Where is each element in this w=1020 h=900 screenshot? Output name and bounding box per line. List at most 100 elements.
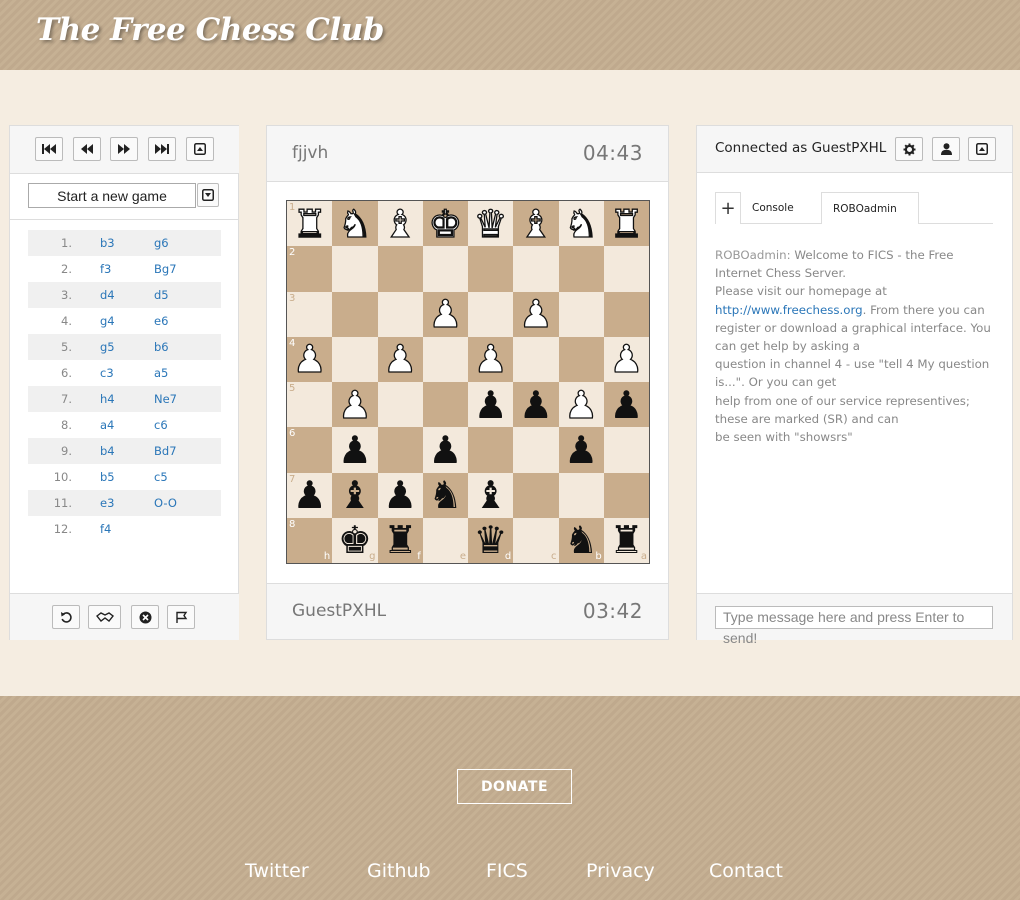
white-move[interactable]: e3 — [78, 496, 132, 510]
white-move[interactable]: c3 — [78, 366, 132, 380]
board-square[interactable] — [422, 382, 468, 428]
chat-sender[interactable]: ROBOadmin: — [715, 248, 791, 262]
board-square[interactable] — [332, 336, 378, 382]
board-square[interactable]: ♟ — [558, 382, 604, 428]
board-square[interactable] — [603, 246, 649, 292]
board-square[interactable]: ♟ — [332, 382, 378, 428]
white-rook-icon[interactable]: ♜ — [292, 204, 327, 243]
black-bishop-icon[interactable]: ♝ — [338, 476, 372, 514]
black-move[interactable]: e6 — [132, 314, 168, 328]
white-queen-icon[interactable]: ♛ — [473, 204, 508, 243]
black-knight-icon[interactable]: ♞ — [564, 521, 598, 559]
board-square[interactable]: ♝ — [468, 472, 514, 518]
board-square[interactable]: ♝ — [513, 201, 559, 247]
white-move[interactable]: g4 — [78, 314, 132, 328]
resign-button[interactable] — [167, 605, 195, 629]
black-pawn-icon[interactable]: ♟ — [564, 431, 598, 469]
board-square[interactable] — [468, 291, 514, 337]
board-square[interactable]: d ♛ — [468, 517, 514, 563]
board-square[interactable] — [603, 472, 649, 518]
black-king-icon[interactable]: ♚ — [338, 521, 372, 559]
board-square[interactable]: 1 ♜ — [287, 201, 333, 247]
white-bishop-icon[interactable]: ♝ — [382, 204, 417, 243]
board-square[interactable]: 4 ♟ — [287, 336, 333, 382]
donate-button[interactable]: DONATE — [457, 769, 572, 804]
opponent-name[interactable]: fjjvh — [292, 143, 328, 163]
black-rook-icon[interactable]: ♜ — [609, 521, 643, 559]
first-move-button[interactable] — [35, 137, 63, 161]
white-pawn-icon[interactable]: ♟ — [609, 340, 644, 379]
board-square[interactable]: c — [513, 517, 559, 563]
white-move[interactable]: b5 — [78, 470, 132, 484]
collapse-chat-button[interactable] — [968, 137, 996, 161]
board-square[interactable] — [468, 246, 514, 292]
takeback-button[interactable] — [52, 605, 80, 629]
black-pawn-icon[interactable]: ♟ — [293, 476, 327, 514]
black-knight-icon[interactable]: ♞ — [428, 476, 462, 514]
board-square[interactable]: 7 ♟ — [287, 472, 333, 518]
next-move-button[interactable] — [110, 137, 138, 161]
footer-link-github[interactable]: Github — [367, 860, 431, 882]
black-move[interactable]: a5 — [132, 366, 168, 380]
chess-board[interactable]: 1 ♜ ♞ ♝ ♚ ♛ ♝ ♞ ♜ 2 3 ♟ ♟ 4 ♟ ♟ ♟ ♟ 5 ♟ ♟ ♟ ♟ ♟ 6 ♟ ♟ ♟ 7 ♟ ♝ ♟ ♞ ♝ 8 h g ♚ f ♜… — [286, 200, 650, 564]
white-move[interactable]: b4 — [78, 444, 132, 458]
add-tab-button[interactable]: + — [715, 192, 741, 224]
board-square[interactable] — [558, 336, 604, 382]
white-pawn-icon[interactable]: ♟ — [428, 294, 463, 333]
white-bishop-icon[interactable]: ♝ — [518, 204, 553, 243]
board-square[interactable] — [513, 427, 559, 473]
board-square[interactable]: 2 — [287, 246, 333, 292]
collapse-button[interactable] — [186, 137, 214, 161]
board-square[interactable]: ♟ — [422, 427, 468, 473]
board-square[interactable]: 6 — [287, 427, 333, 473]
white-pawn-icon[interactable]: ♟ — [518, 294, 553, 333]
last-move-button[interactable] — [148, 137, 176, 161]
board-square[interactable] — [513, 336, 559, 382]
offer-draw-button[interactable] — [88, 605, 121, 629]
white-move[interactable]: g5 — [78, 340, 132, 354]
tab-console[interactable]: Console — [741, 192, 821, 224]
white-move[interactable]: a4 — [78, 418, 132, 432]
board-square[interactable] — [513, 246, 559, 292]
white-pawn-icon[interactable]: ♟ — [563, 385, 598, 424]
board-square[interactable]: a ♜ — [603, 517, 649, 563]
profile-button[interactable] — [932, 137, 960, 161]
board-square[interactable]: ♟ — [468, 336, 514, 382]
black-pawn-icon[interactable]: ♟ — [428, 431, 462, 469]
board-square[interactable]: b ♞ — [558, 517, 604, 563]
white-rook-icon[interactable]: ♜ — [609, 204, 644, 243]
black-move[interactable]: Bd7 — [132, 444, 177, 458]
black-move[interactable]: Ne7 — [132, 392, 177, 406]
new-game-options-button[interactable] — [197, 183, 219, 207]
board-square[interactable] — [603, 291, 649, 337]
board-square[interactable]: ♟ — [513, 291, 559, 337]
black-move[interactable]: g6 — [132, 236, 169, 250]
black-queen-icon[interactable]: ♛ — [474, 521, 508, 559]
white-pawn-icon[interactable]: ♟ — [382, 340, 417, 379]
white-pawn-icon[interactable]: ♟ — [337, 385, 372, 424]
board-square[interactable]: ♟ — [513, 382, 559, 428]
chat-input[interactable]: Type message here and press Enter to sen… — [715, 606, 993, 646]
black-pawn-icon[interactable]: ♟ — [519, 386, 553, 424]
board-square[interactable]: 8h — [287, 517, 333, 563]
abort-button[interactable] — [131, 605, 159, 629]
board-square[interactable]: ♟ — [377, 472, 423, 518]
white-move[interactable]: d4 — [78, 288, 132, 302]
board-square[interactable] — [603, 427, 649, 473]
previous-move-button[interactable] — [73, 137, 101, 161]
black-move[interactable]: c6 — [132, 418, 168, 432]
white-king-icon[interactable]: ♚ — [428, 204, 463, 243]
board-square[interactable]: ♟ — [603, 382, 649, 428]
black-move[interactable]: b6 — [132, 340, 169, 354]
footer-link-twitter[interactable]: Twitter — [245, 860, 309, 882]
white-move[interactable]: h4 — [78, 392, 132, 406]
board-square[interactable]: ♟ — [558, 427, 604, 473]
black-rook-icon[interactable]: ♜ — [383, 521, 417, 559]
board-square[interactable] — [558, 291, 604, 337]
board-square[interactable]: ♟ — [603, 336, 649, 382]
board-square[interactable] — [377, 427, 423, 473]
board-square[interactable]: ♟ — [422, 291, 468, 337]
board-square[interactable]: ♟ — [332, 427, 378, 473]
black-pawn-icon[interactable]: ♟ — [609, 386, 643, 424]
white-knight-icon[interactable]: ♞ — [337, 204, 372, 243]
